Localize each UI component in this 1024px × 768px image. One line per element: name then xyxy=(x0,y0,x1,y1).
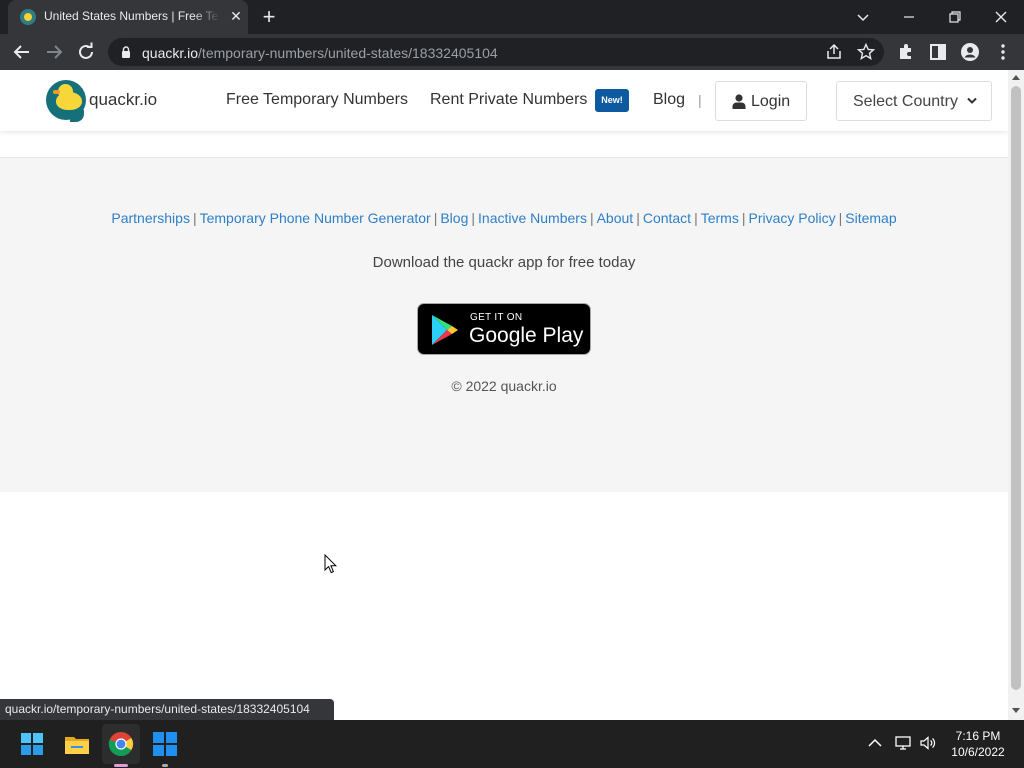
select-country-dropdown[interactable]: Select Country xyxy=(836,81,992,121)
mouse-pointer-icon xyxy=(324,554,338,574)
copyright-text: © 2022 quackr.io xyxy=(451,378,557,394)
taskbar-clock[interactable]: 7:16 PM 10/6/2022 xyxy=(940,728,1016,760)
scroll-down-arrow-icon[interactable] xyxy=(1012,708,1020,714)
bookmark-star-icon[interactable] xyxy=(856,42,876,62)
badge-google-play: Google Play xyxy=(469,324,584,347)
reload-icon[interactable] xyxy=(74,40,98,64)
footer-link-partnerships[interactable]: Partnerships xyxy=(111,210,190,226)
back-arrow-icon[interactable] xyxy=(10,40,34,64)
login-label: Login xyxy=(751,93,791,110)
restore-icon[interactable] xyxy=(944,6,966,28)
clock-time: 7:16 PM xyxy=(955,729,1001,743)
badge-get-it-on: GET IT ON xyxy=(470,312,523,323)
windows-taskbar: 7:16 PM 10/6/2022 xyxy=(0,720,1024,768)
user-icon xyxy=(732,94,746,109)
new-badge: New! xyxy=(595,89,629,112)
chevron-down-icon xyxy=(967,97,977,104)
profile-icon[interactable] xyxy=(960,42,980,62)
menu-kebab-icon[interactable] xyxy=(993,42,1013,62)
tab-search-chevron-icon[interactable] xyxy=(852,6,874,28)
scrollbar-thumb[interactable] xyxy=(1011,86,1021,690)
chrome-icon[interactable] xyxy=(105,728,137,760)
nav-free-temporary-numbers[interactable]: Free Temporary Numbers xyxy=(226,91,408,109)
chrome-active-indicator xyxy=(114,764,128,767)
quackr-favicon-icon xyxy=(20,9,36,25)
tab-title: United States Numbers | Free Temporary P… xyxy=(44,9,220,23)
browser-toolbar: quackr.io/temporary-numbers/united-state… xyxy=(0,34,1024,70)
link-status-bubble: quackr.io/temporary-numbers/united-state… xyxy=(0,699,334,720)
tab-close-icon[interactable]: ✕ xyxy=(228,8,244,24)
footer-link-temporary-phone-number-generator[interactable]: Temporary Phone Number Generator xyxy=(200,210,431,226)
footer-link-about[interactable]: About xyxy=(597,210,634,226)
forward-arrow-icon[interactable] xyxy=(42,40,66,64)
browser-tab-bar: United States Numbers | Free Temporary P… xyxy=(0,0,1024,34)
side-panel-icon[interactable] xyxy=(928,42,948,62)
footer-link-privacy-policy[interactable]: Privacy Policy xyxy=(748,210,835,226)
volume-icon[interactable] xyxy=(919,734,937,752)
google-play-icon xyxy=(432,315,458,345)
footer-links: Partnerships | Temporary Phone Number Gene… xyxy=(111,210,897,226)
download-app-text: Download the quackr app for free today xyxy=(372,254,636,271)
site-header: quackr.io Free Temporary Numbers Rent Pr… xyxy=(0,70,1008,131)
store-app-icon[interactable] xyxy=(149,728,181,760)
footer-link-inactive-numbers[interactable]: Inactive Numbers xyxy=(478,210,587,226)
file-explorer-icon[interactable] xyxy=(61,728,93,760)
share-icon[interactable] xyxy=(824,42,844,62)
nav-blog[interactable]: Blog xyxy=(653,91,685,109)
new-tab-button[interactable]: + xyxy=(258,6,280,28)
footer-link-sitemap[interactable]: Sitemap xyxy=(845,210,896,226)
close-window-icon[interactable] xyxy=(990,6,1012,28)
login-button[interactable]: Login xyxy=(715,81,807,121)
address-bar[interactable]: quackr.io/temporary-numbers/united-state… xyxy=(108,38,884,66)
browser-tab-active[interactable]: United States Numbers | Free Temporary P… xyxy=(8,0,248,34)
clock-date: 10/6/2022 xyxy=(951,745,1005,759)
windows-start-icon[interactable] xyxy=(16,728,48,760)
footer-link-contact[interactable]: Contact xyxy=(643,210,691,226)
network-icon[interactable] xyxy=(894,734,912,752)
page-viewport: quackr.io Free Temporary Numbers Rent Pr… xyxy=(0,70,1008,720)
footer-link-blog[interactable]: Blog xyxy=(440,210,468,226)
page-scrollbar[interactable] xyxy=(1008,70,1024,720)
lock-icon[interactable] xyxy=(120,46,132,58)
chevron-up-icon[interactable] xyxy=(866,734,884,752)
footer-link-terms[interactable]: Terms xyxy=(701,210,739,226)
scroll-up-arrow-icon[interactable] xyxy=(1012,74,1020,80)
google-play-badge[interactable]: GET IT ON Google Play xyxy=(417,303,591,355)
minimize-icon[interactable] xyxy=(898,6,920,28)
extensions-puzzle-icon[interactable] xyxy=(896,42,916,62)
logo-text[interactable]: quackr.io xyxy=(89,90,157,110)
site-footer: Partnerships | Temporary Phone Number Gene… xyxy=(0,157,1008,492)
store-running-indicator xyxy=(162,764,168,767)
url-text[interactable]: quackr.io/temporary-numbers/united-state… xyxy=(142,45,498,61)
select-country-label: Select Country xyxy=(853,93,958,110)
nav-separator: | xyxy=(698,92,702,108)
nav-rent-private-numbers[interactable]: Rent Private Numbers xyxy=(430,91,587,109)
